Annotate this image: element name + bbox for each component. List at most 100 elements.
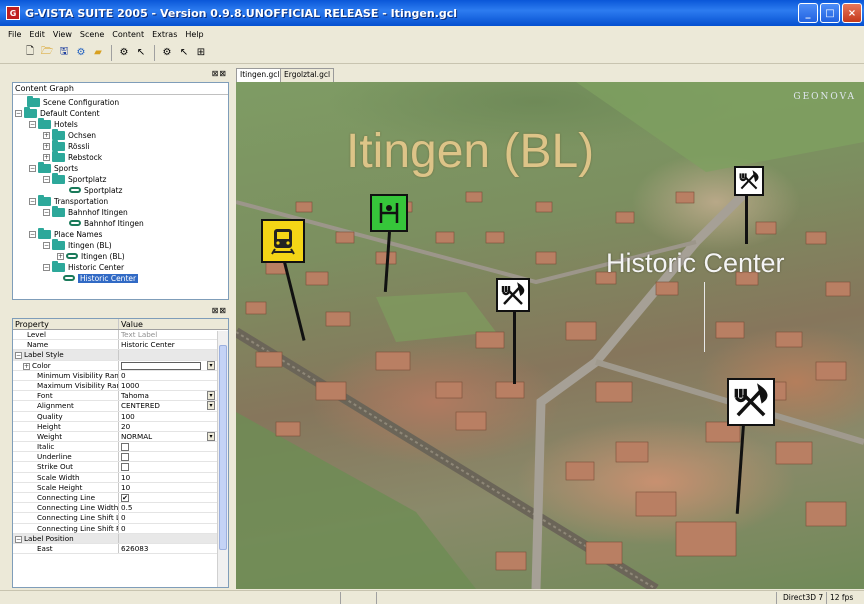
pane-close-icon[interactable]: ⊠⊠	[212, 69, 227, 78]
pane-close-icon[interactable]: ⊠⊠	[212, 306, 227, 315]
dropdown-arrow-icon[interactable]: ▾	[207, 431, 215, 441]
property-row-level[interactable]: Level Text Label	[13, 330, 228, 341]
gear-icon-2[interactable]: ⚙	[159, 45, 175, 61]
expand-icon[interactable]: +	[43, 131, 50, 139]
scrollbar-thumb[interactable]	[219, 345, 227, 550]
pointer-icon[interactable]: ↖	[133, 45, 149, 61]
tree-item-itingen[interactable]: + Itingen (BL)	[57, 251, 125, 261]
property-row-scale-height[interactable]: Scale Height 10	[13, 482, 228, 493]
strikeout-checkbox[interactable]	[121, 463, 129, 472]
sports-ground-poi[interactable]	[370, 194, 408, 232]
tree-item-hotels[interactable]: − Hotels	[29, 117, 78, 129]
property-row-min-visibility[interactable]: Minimum Visibility Range 0	[13, 370, 228, 381]
restaurant-poi-2[interactable]	[734, 166, 764, 196]
tree-item-sportplatz-group[interactable]: − Sportplatz	[43, 172, 106, 184]
menu-extras[interactable]: Extras	[148, 30, 181, 39]
dropdown-arrow-icon[interactable]: ▾	[207, 391, 215, 401]
expand-icon[interactable]: +	[57, 252, 64, 260]
property-row-height[interactable]: Height 20	[13, 421, 228, 432]
property-category-label-style[interactable]: − Label Style	[13, 350, 228, 361]
menu-content[interactable]: Content	[108, 30, 148, 39]
expand-icon[interactable]: +	[43, 153, 50, 161]
collapse-icon[interactable]: −	[43, 263, 50, 271]
node-icon	[66, 253, 78, 259]
menu-view[interactable]: View	[49, 30, 76, 39]
property-row-scale-width[interactable]: Scale Width 10	[13, 472, 228, 483]
color-swatch[interactable]	[121, 361, 201, 370]
property-row-italic[interactable]: Italic	[13, 442, 228, 453]
train-station-poi[interactable]	[261, 219, 305, 263]
property-row-connecting-line-width[interactable]: Connecting Line Width 0.5	[13, 503, 228, 514]
italic-checkbox[interactable]	[121, 443, 129, 452]
tree-item-default-content[interactable]: − Default Content	[15, 106, 100, 118]
place-label-itingen[interactable]: Itingen (BL)	[346, 124, 594, 179]
property-scrollbar[interactable]	[217, 331, 228, 587]
place-label-historic-center[interactable]: Historic Center	[606, 248, 785, 279]
close-button[interactable]: ×	[842, 3, 862, 23]
tab-itingen[interactable]: Itingen.gcl	[236, 68, 284, 82]
pointer-icon-2[interactable]: ↖	[176, 45, 192, 61]
property-row-connecting-line-shift-left[interactable]: Connecting Line Shift Left 0	[13, 513, 228, 524]
collapse-icon[interactable]: −	[43, 241, 50, 249]
3d-viewport[interactable]: GEONOVA Itingen (BL) Historic Center	[236, 82, 864, 589]
collapse-icon[interactable]: −	[43, 175, 50, 183]
property-row-name[interactable]: Name Historic Center	[13, 340, 228, 351]
tree-item-bahnhof[interactable]: Bahnhof Itingen	[69, 218, 144, 228]
dropdown-arrow-icon[interactable]: ▾	[207, 401, 215, 411]
tree-item-historic-center-group[interactable]: − Historic Center	[43, 260, 124, 272]
tree-item-sports[interactable]: − Sports	[29, 161, 78, 173]
restaurant-poi-3[interactable]	[727, 378, 775, 426]
property-row-quality[interactable]: Quality 100	[13, 411, 228, 422]
expand-icon[interactable]: +	[43, 142, 50, 150]
settings-icon[interactable]: ⚙	[73, 45, 89, 61]
tree-item-ochsen[interactable]: + Ochsen	[43, 128, 96, 140]
new-file-icon[interactable]: 🗋	[22, 45, 38, 61]
property-row-max-visibility[interactable]: Maximum Visibility Range 1000	[13, 380, 228, 392]
property-row-connecting-line[interactable]: Connecting Line ✔	[13, 493, 228, 504]
expand-icon[interactable]: +	[23, 362, 30, 370]
tree-item-bahnhof-group[interactable]: − Bahnhof Itingen	[43, 205, 128, 217]
collapse-icon[interactable]: −	[29, 230, 36, 238]
tree-item-rebstock[interactable]: + Rebstock	[43, 150, 102, 162]
collapse-icon[interactable]: −	[29, 164, 36, 172]
zoom-icon[interactable]: ⊞	[193, 45, 209, 61]
property-row-alignment[interactable]: Alignment CENTERED ▾	[13, 401, 228, 412]
dropdown-arrow-icon[interactable]: ▾	[207, 360, 215, 370]
minimize-button[interactable]: _	[798, 3, 818, 23]
tree-item-transportation[interactable]: − Transportation	[29, 194, 108, 206]
menu-help[interactable]: Help	[181, 30, 207, 39]
tree-item-sportplatz[interactable]: Sportplatz	[69, 185, 122, 195]
gear-icon[interactable]: ⚙	[116, 45, 132, 61]
tree-item-place-names[interactable]: − Place Names	[29, 227, 102, 239]
collapse-icon[interactable]: −	[29, 120, 36, 128]
property-row-underline[interactable]: Underline	[13, 452, 228, 463]
collapse-icon[interactable]: −	[15, 535, 22, 543]
collapse-icon[interactable]: −	[15, 352, 22, 360]
tab-ergolztal[interactable]: Ergolztal.gcl	[280, 68, 335, 82]
tree-item-scene-configuration[interactable]: Scene Configuration	[27, 95, 119, 107]
maximize-button[interactable]: □	[820, 3, 840, 23]
tree-item-historic-center[interactable]: Historic Center	[63, 273, 139, 283]
property-row-east[interactable]: East 626083	[13, 543, 228, 555]
tree-item-itingen-group[interactable]: − Itingen (BL)	[43, 238, 112, 250]
property-category-label-position[interactable]: − Label Position	[13, 533, 228, 544]
properties-pane-header: ⊠⊠	[12, 305, 229, 317]
property-row-font[interactable]: Font Tahoma ▾	[13, 391, 228, 402]
connecting-line-checkbox[interactable]: ✔	[121, 494, 129, 502]
tree-item-roessli[interactable]: + Rössli	[43, 139, 89, 151]
folder-icon[interactable]: ▰	[90, 45, 106, 61]
collapse-icon[interactable]: −	[29, 197, 36, 205]
underline-checkbox[interactable]	[121, 453, 129, 462]
menu-edit[interactable]: Edit	[25, 30, 49, 39]
menu-file[interactable]: File	[4, 30, 25, 39]
property-row-color[interactable]: + Color ▾	[13, 360, 228, 371]
property-row-weight[interactable]: Weight NORMAL ▾	[13, 431, 228, 443]
menu-scene[interactable]: Scene	[76, 30, 108, 39]
save-icon[interactable]: 🖫	[56, 45, 72, 61]
restaurant-poi[interactable]	[496, 278, 530, 312]
collapse-icon[interactable]: −	[15, 109, 22, 117]
collapse-icon[interactable]: −	[43, 208, 50, 216]
property-row-strikeout[interactable]: Strike Out	[13, 462, 228, 473]
property-row-connecting-line-shift-right[interactable]: Connecting Line Shift Right 0	[13, 523, 228, 534]
open-folder-icon[interactable]: 🗁	[39, 45, 55, 61]
